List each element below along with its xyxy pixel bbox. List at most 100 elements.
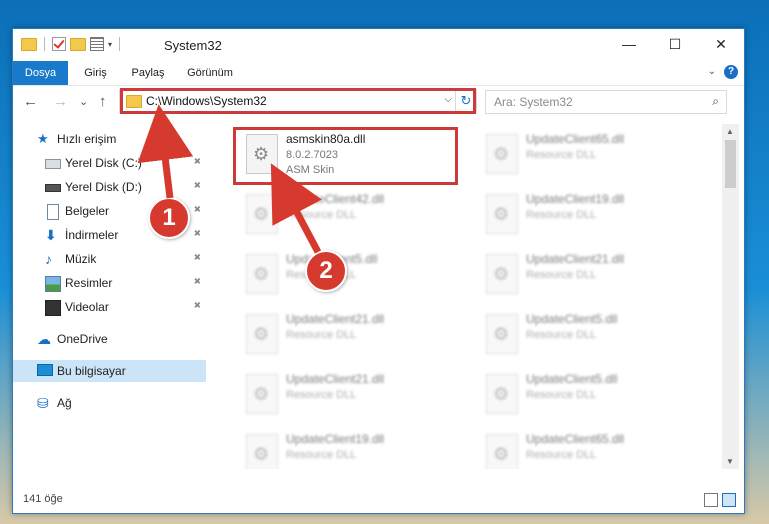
step-2-badge: 2 [305,250,347,292]
title-bar: ▾ System32 — ☐ ✕ [13,29,744,61]
sidebar-item-this-pc[interactable]: Bu bilgisayar [13,360,206,382]
scroll-up-icon[interactable]: ▲ [726,127,734,136]
dll-file-icon [246,434,278,469]
file-name: UpdateClient5.dll [526,372,618,386]
quick-access-toolbar: ▾ [21,37,123,51]
pin-icon[interactable]: ✚ [190,227,203,240]
tab-gorunum[interactable]: Görünüm [179,61,241,85]
pin-icon[interactable]: ✚ [190,251,203,264]
sidebar-item-label: Yerel Disk (C:) [65,156,142,170]
recent-locations-chevron-icon[interactable]: ⌄ [79,95,88,108]
sidebar-item-disk-d[interactable]: Yerel Disk (D:) ✚ [13,176,206,198]
cloud-icon: ☁ [37,331,51,347]
sidebar-item-network[interactable]: ⛁ Ağ [13,392,206,414]
help-icon[interactable]: ? [724,65,738,79]
file-description: Resource DLL [526,209,597,221]
toolbar-divider [119,37,121,51]
file-explorer-window: ▾ System32 — ☐ ✕ Dosya Giriş Paylaş Görü… [12,28,745,514]
file-item[interactable]: UpdateClient21.dll Resource DLL [236,368,466,424]
dll-file-icon [486,194,518,234]
file-item[interactable]: UpdateClient19.dll Resource DLL [236,428,466,469]
address-bar-highlight [120,88,476,114]
computer-icon [37,364,53,376]
sidebar-item-videos[interactable]: Videolar ✚ [13,296,206,318]
video-icon [45,300,61,316]
close-button[interactable]: ✕ [698,29,744,59]
sidebar-item-label: Ağ [57,396,72,410]
properties-check-icon[interactable] [52,37,66,51]
view-switcher [704,493,736,507]
disk-icon [45,184,61,192]
dll-file-icon [246,194,278,234]
pin-icon[interactable]: ✚ [190,275,203,288]
tab-paylas[interactable]: Paylaş [123,61,173,85]
search-icon[interactable]: ⌕ [712,94,719,109]
sidebar-item-disk-c[interactable]: Yerel Disk (C:) ✚ [13,152,206,174]
maximize-button[interactable]: ☐ [652,29,698,59]
file-item[interactable]: UpdateClient65.dll Resource DLL [476,428,706,469]
vertical-scrollbar[interactable]: ▲ ▼ [722,124,739,469]
toolbar-divider [44,37,45,51]
step-1-badge: 1 [148,197,190,239]
up-arrow-icon[interactable]: ↑ [99,93,107,110]
window-controls: — ☐ ✕ [606,29,744,59]
customize-toolbar-chevron-icon[interactable]: ▾ [108,40,112,49]
search-input[interactable] [492,93,696,111]
status-bar: 141 öğe [13,489,744,511]
sidebar-item-pictures[interactable]: Resimler ✚ [13,272,206,294]
pin-icon[interactable]: ✚ [190,203,203,216]
tab-dosya[interactable]: Dosya [13,61,68,85]
scroll-down-icon[interactable]: ▼ [726,457,734,466]
file-name: UpdateClient19.dll [286,432,385,446]
file-description: Resource DLL [526,389,597,401]
details-view-icon[interactable] [704,493,718,507]
tab-giris[interactable]: Giriş [73,61,118,85]
sidebar-item-quick-access[interactable]: ★ Hızlı erişim [13,128,206,150]
disk-icon [45,159,61,169]
sidebar-item-label: İndirmeler [65,228,119,242]
file-item[interactable]: UpdateClient5.dll Resource DLL [476,368,706,424]
file-name: UpdateClient5.dll [526,312,618,326]
file-name: UpdateClient65.dll [526,432,625,446]
forward-arrow-icon[interactable]: → [53,93,68,110]
music-icon: ♪ [45,251,52,267]
sidebar-item-label: Yerel Disk (D:) [65,180,142,194]
file-item[interactable]: UpdateClient19.dll Resource DLL [476,188,706,244]
file-item[interactable]: UpdateClient42.dll Resource DLL [236,188,466,244]
file-description: Resource DLL [286,209,357,221]
dll-file-icon [486,434,518,469]
pin-icon[interactable]: ✚ [190,179,203,192]
expand-ribbon-chevron-icon[interactable]: ⌄ [708,66,716,77]
file-item[interactable]: UpdateClient21.dll Resource DLL [236,308,466,364]
file-item[interactable]: UpdateClient65.dll Resource DLL [476,128,706,184]
file-name: UpdateClient42.dll [286,192,385,206]
file-description: Resource DLL [526,269,597,281]
file-item[interactable]: UpdateClient5.dll Resource DLL [476,308,706,364]
scrollbar-thumb[interactable] [725,140,736,188]
minimize-button[interactable]: — [606,29,652,59]
sidebar-item-label: Videolar [65,300,109,314]
tiles-view-icon[interactable] [722,493,736,507]
dll-file-icon [486,134,518,174]
sidebar-item-label: OneDrive [57,332,108,346]
pin-icon[interactable]: ✚ [190,299,203,312]
sidebar-item-onedrive[interactable]: ☁ OneDrive [13,328,206,350]
new-folder-icon[interactable] [70,37,86,51]
dll-file-icon [486,374,518,414]
folder-icon [21,37,37,51]
file-item[interactable]: UpdateClient21.dll Resource DLL [476,248,706,304]
file-name: UpdateClient19.dll [526,192,625,206]
dll-file-icon [486,314,518,354]
file-item[interactable]: UpdateClient5.dll Resource DLL [236,248,466,304]
back-arrow-icon[interactable]: ← [23,93,38,110]
pin-icon[interactable]: ✚ [190,155,203,168]
sidebar-item-music[interactable]: ♪ Müzik ✚ [13,248,206,270]
search-box[interactable]: ⌕ [485,90,727,114]
file-name: UpdateClient21.dll [286,312,385,326]
dll-file-icon [246,374,278,414]
dll-file-icon [246,254,278,294]
file-name: UpdateClient65.dll [526,132,625,146]
file-description: Resource DLL [526,149,597,161]
properties-icon[interactable] [90,37,104,51]
ribbon-tabs: Dosya Giriş Paylaş Görünüm ⌄ ? [13,61,744,86]
